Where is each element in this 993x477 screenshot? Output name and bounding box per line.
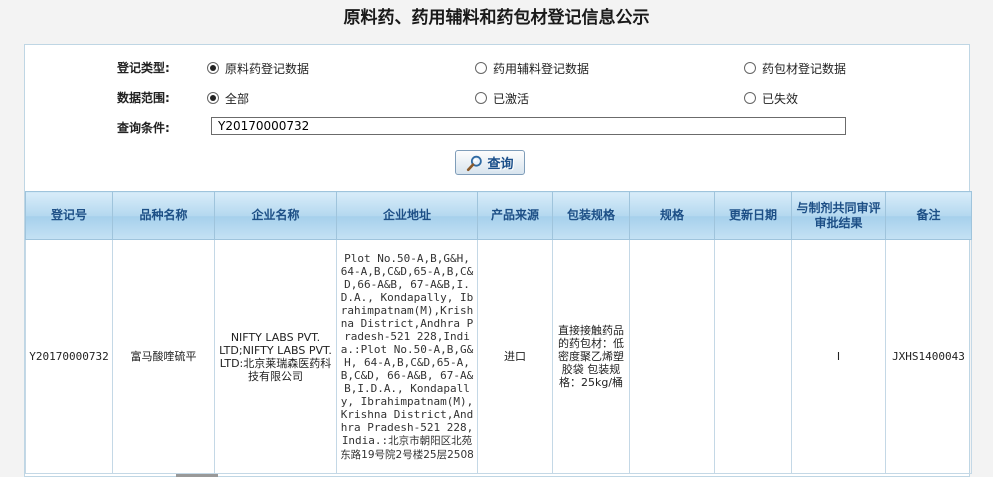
radio-api-data[interactable]: 原料药登记数据 [207, 60, 309, 76]
radio-excipient-data-label: 药用辅料登记数据 [493, 61, 590, 76]
registration-type-row: 登记类型: 原料药登记数据 药用辅料登记数据 药包材登记数据 [25, 57, 971, 77]
column-header[interactable]: 企业名称 [214, 191, 337, 240]
registration-type-label: 登记类型: [117, 61, 170, 75]
column-header[interactable]: 产品来源 [477, 191, 553, 240]
radio-api-data-indicator[interactable] [207, 62, 219, 74]
cell-product-source: 进口 [477, 239, 553, 474]
cell-joint-review-result: I [791, 239, 886, 474]
search-button[interactable]: 查询 [455, 150, 525, 175]
query-input[interactable] [211, 117, 846, 135]
radio-scope-all-label: 全部 [225, 91, 250, 106]
query-label: 查询条件: [117, 121, 170, 135]
results-table: 登记号 品种名称 企业名称 企业地址 产品来源 包装规格 规格 更新日期 与制剂… [25, 191, 972, 474]
column-header[interactable]: 规格 [629, 191, 715, 240]
column-header[interactable]: 更新日期 [714, 191, 792, 240]
table-row[interactable]: Y20170000732 富马酸喹硫平 NIFTY LABS PVT. LTD;… [25, 239, 972, 474]
cell-product-name: 富马酸喹硫平 [112, 239, 215, 474]
search-button-label: 查询 [487, 157, 514, 172]
radio-api-data-label: 原料药登记数据 [225, 61, 310, 76]
table-header-row: 登记号 品种名称 企业名称 企业地址 产品来源 包装规格 规格 更新日期 与制剂… [25, 191, 972, 240]
cell-spec [629, 239, 715, 474]
column-header[interactable]: 备注 [885, 191, 972, 240]
cell-reg-no: Y20170000732 [25, 239, 113, 474]
column-header[interactable]: 企业地址 [336, 191, 478, 240]
cell-remark: JXHS1400043 [885, 239, 972, 474]
search-panel: 登记类型: 原料药登记数据 药用辅料登记数据 药包材登记数据 数据范围: 全部 … [24, 44, 972, 477]
radio-packaging-data[interactable]: 药包材登记数据 [744, 60, 846, 76]
cell-company-address: Plot No.50-A,B,G&H, 64-A,B,C&D,65-A,B,C&… [336, 239, 478, 474]
radio-packaging-data-indicator[interactable] [744, 62, 756, 74]
radio-excipient-data-indicator[interactable] [475, 62, 487, 74]
column-header[interactable]: 登记号 [25, 191, 113, 240]
cell-company-name: NIFTY LABS PVT. LTD;NIFTY LABS PVT. LTD:… [214, 239, 337, 474]
radio-scope-all[interactable]: 全部 [207, 90, 249, 106]
radio-scope-expired[interactable]: 已失效 [744, 90, 798, 106]
page-title: 原料药、药用辅料和药包材登记信息公示 [343, 8, 650, 28]
column-header[interactable]: 品种名称 [112, 191, 215, 240]
cell-update-date [714, 239, 792, 474]
radio-scope-expired-indicator[interactable] [744, 92, 756, 104]
query-row: 查询条件: [25, 117, 971, 137]
radio-scope-active[interactable]: 已激活 [475, 90, 529, 106]
radio-scope-expired-label: 已失效 [762, 91, 799, 106]
column-header[interactable]: 包装规格 [552, 191, 630, 240]
radio-packaging-data-label: 药包材登记数据 [762, 61, 847, 76]
radio-scope-all-indicator[interactable] [207, 92, 219, 104]
radio-scope-active-label: 已激活 [493, 91, 530, 106]
cell-packaging-spec: 直接接触药品的药包材：低密度聚乙烯塑胶袋 包装规格：25kg/桶 [552, 239, 630, 474]
radio-scope-active-indicator[interactable] [475, 92, 487, 104]
magnifier-icon [467, 155, 483, 171]
data-scope-label: 数据范围: [117, 91, 170, 105]
address-english: Plot No.50-A,B,G&H, 64-A,B,C&D,65-A,B,C&… [340, 251, 474, 447]
data-scope-row: 数据范围: 全部 已激活 已失效 [25, 87, 971, 107]
column-header[interactable]: 与制剂共同审评审批结果 [791, 191, 886, 240]
radio-excipient-data[interactable]: 药用辅料登记数据 [475, 60, 589, 76]
